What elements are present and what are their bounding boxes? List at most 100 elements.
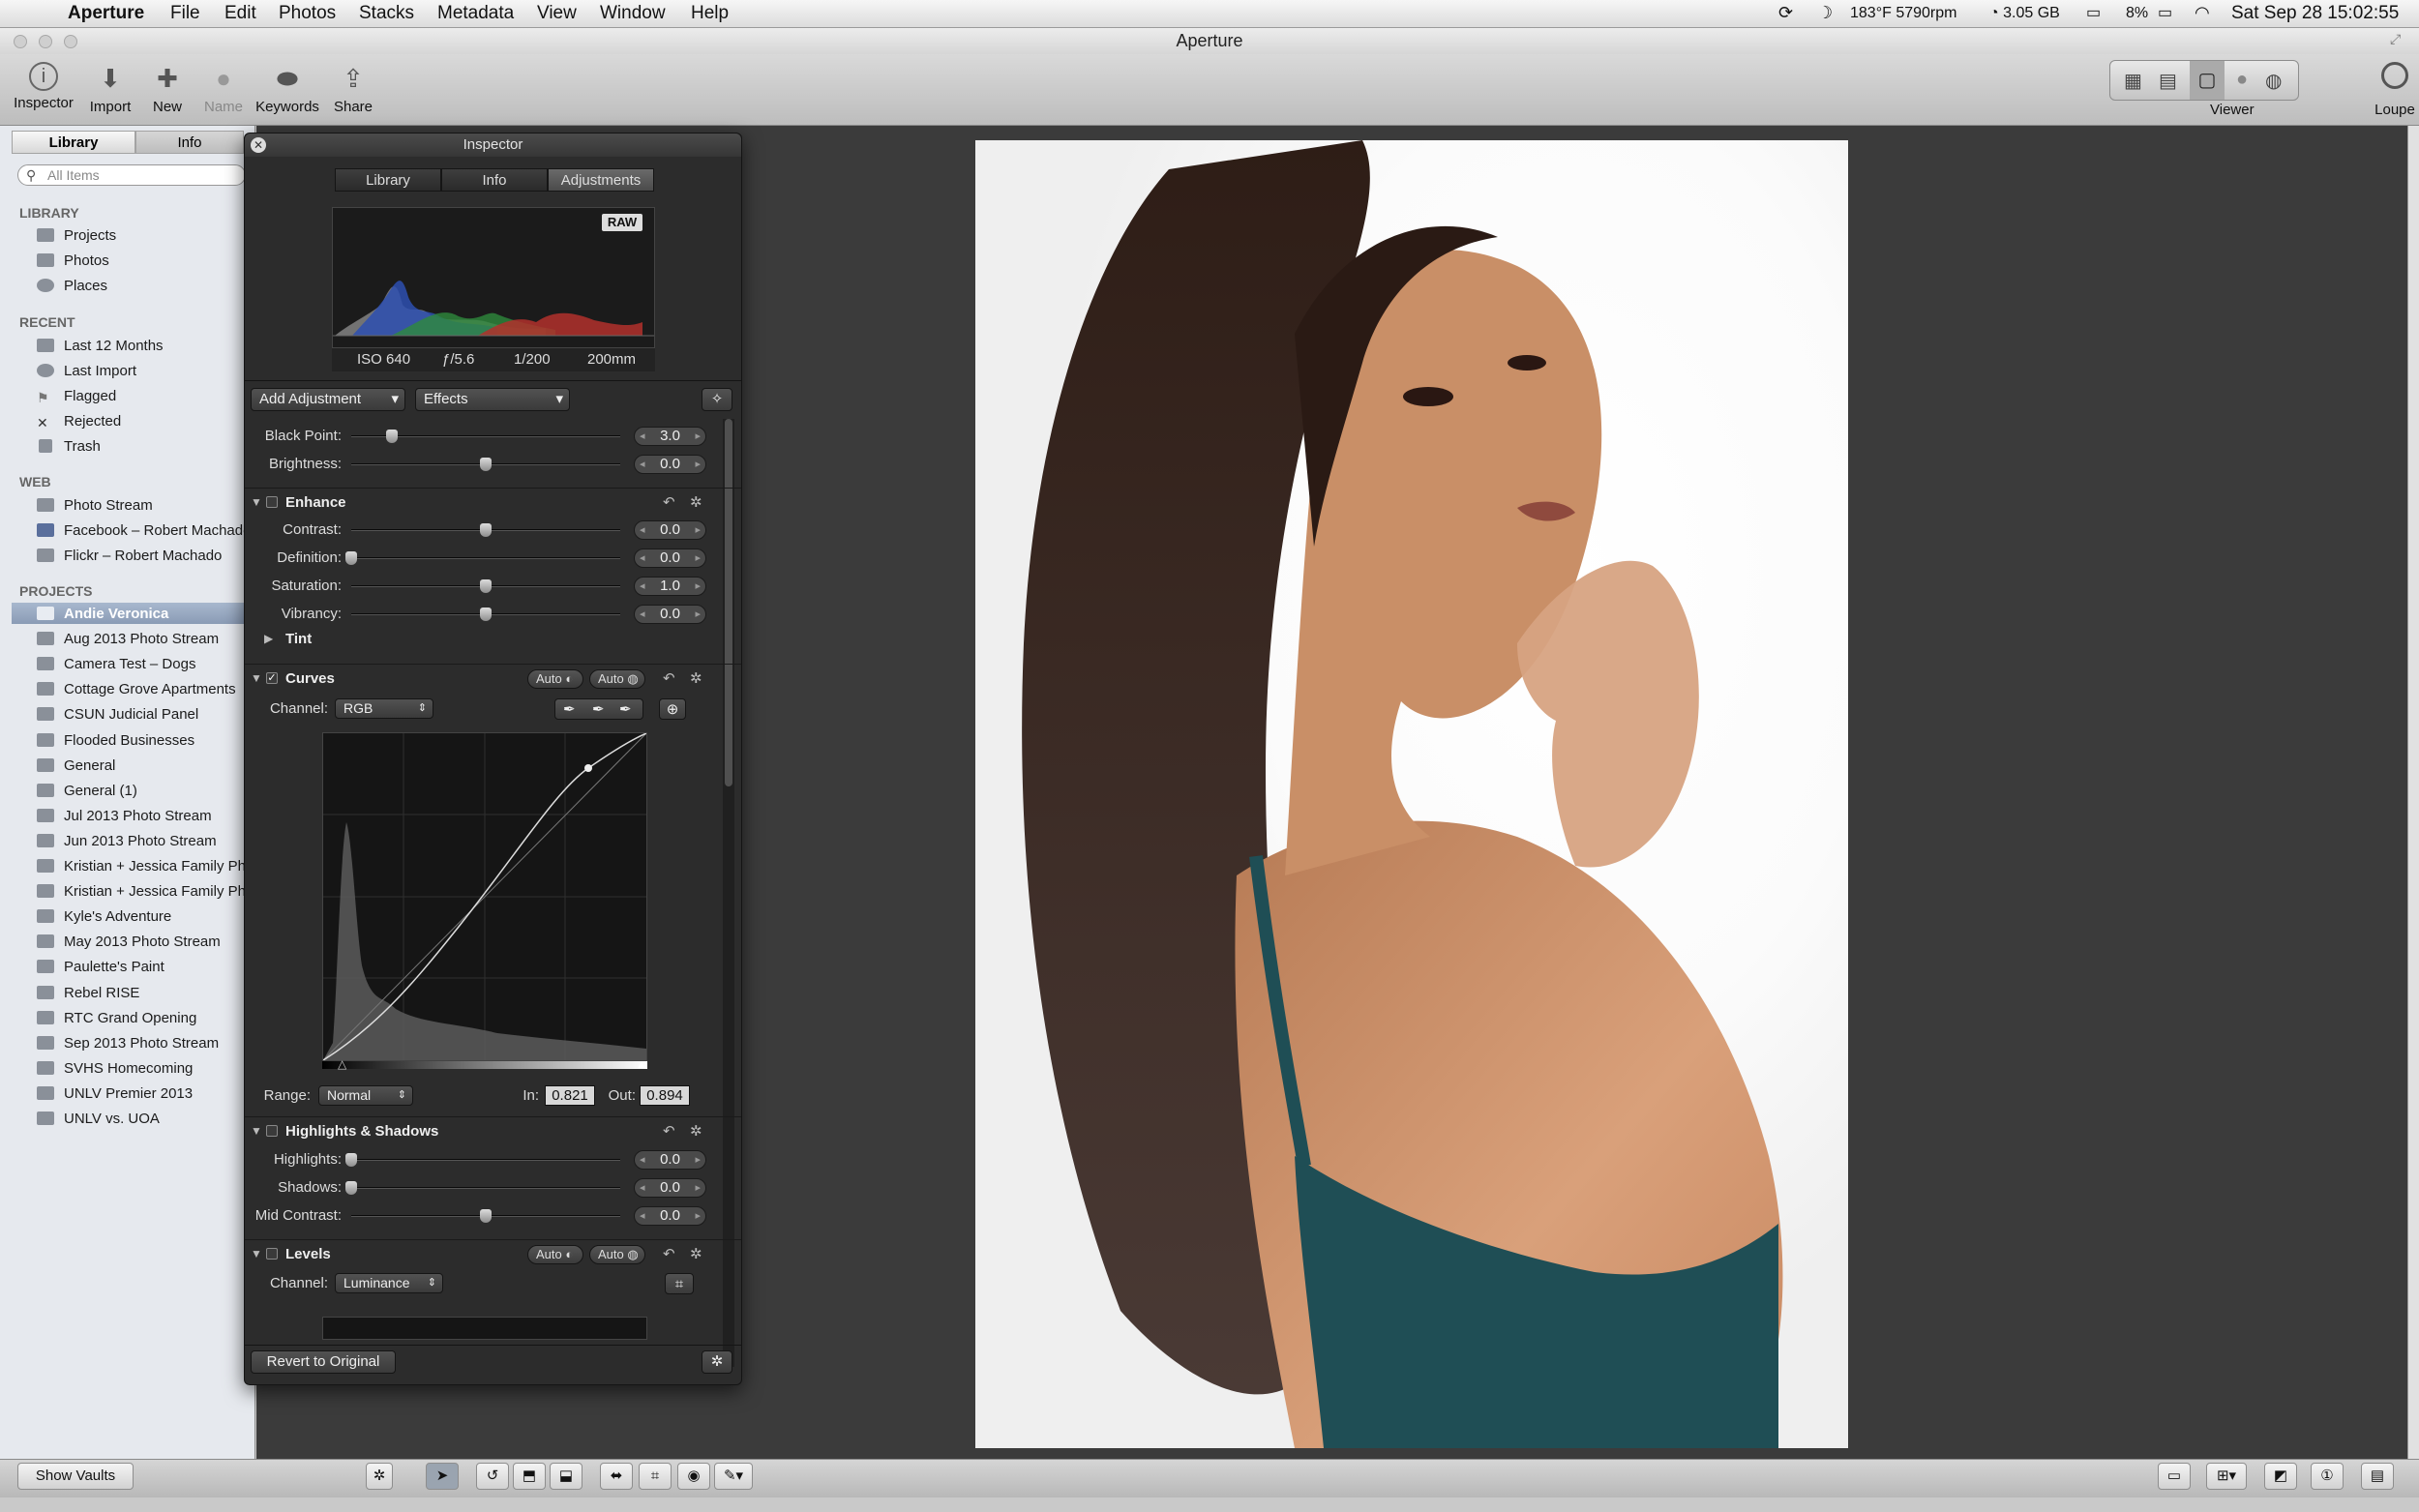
curves-header[interactable]: ▼ ✓ Curves Auto ◐ Auto ◍ ↶ ✲ (245, 664, 741, 691)
places-view-icon[interactable]: ◍ (2265, 69, 2282, 93)
sidebar-item-project[interactable]: Kristian + Jessica Family Photos (37, 858, 255, 875)
levels-channel-select[interactable]: Luminance ⇕ (335, 1273, 443, 1293)
curve-point-button[interactable]: ⊕ (659, 698, 686, 720)
levels-header[interactable]: ▼ Levels Auto ◐ Auto ◍ ↶ ✲ (245, 1239, 741, 1266)
main-photo[interactable] (975, 140, 1848, 1448)
slider-value-field[interactable]: 0.0 (634, 520, 706, 540)
sidebar-item-trash[interactable]: Trash (37, 438, 255, 455)
levels-auto-color-button[interactable]: Auto ◍ (589, 1245, 645, 1264)
sidebar-item-project[interactable]: SVHS Homecoming (37, 1060, 255, 1077)
slider-track[interactable] (351, 1159, 620, 1161)
slider-knob[interactable] (385, 430, 398, 443)
levels-checkbox[interactable] (266, 1248, 278, 1260)
faces-view-icon[interactable]: ● (2236, 69, 2248, 91)
tab-library[interactable]: Library (12, 131, 135, 154)
reset-icon[interactable]: ↶ (663, 1122, 675, 1140)
sidebar-item-facebook[interactable]: Facebook – Robert Machado (37, 522, 255, 539)
levels-histogram[interactable] (322, 1317, 647, 1340)
close-hud-icon[interactable]: ✕ (251, 137, 266, 153)
hud-tab-library[interactable]: Library (335, 168, 441, 192)
hud-scroll-thumb[interactable] (725, 419, 732, 786)
eyedropper-gray-icon[interactable]: ✒ (592, 699, 605, 721)
slider-value-field[interactable]: 0.0 (634, 1178, 706, 1198)
gear-icon[interactable]: ✲ (690, 1245, 702, 1262)
sidebar-item-project[interactable]: Flooded Businesses (37, 732, 255, 749)
menu-view[interactable]: View (537, 3, 577, 24)
sidebar-item-project[interactable]: UNLV vs. UOA (37, 1111, 255, 1127)
crop-tool-button[interactable]: ⌗ (639, 1463, 672, 1490)
sidebar-item-project[interactable]: Kristian + Jessica Family Photos (37, 883, 255, 900)
disclosure-open-icon[interactable]: ▼ (251, 1124, 262, 1138)
clock[interactable]: Sat Sep 28 15:02:55 (2231, 3, 2399, 24)
curves-checkbox[interactable]: ✓ (266, 672, 278, 684)
hud-tab-info[interactable]: Info (441, 168, 548, 192)
disclosure-open-icon[interactable]: ▼ (251, 1247, 262, 1260)
select-tool-button[interactable]: ➤ (426, 1463, 459, 1490)
gear-button[interactable]: ✲ (366, 1463, 393, 1490)
levels-auto-luminance-button[interactable]: Auto ◐ (527, 1245, 583, 1264)
range-select[interactable]: Normal ⇕ (318, 1085, 413, 1106)
minimize-window-button[interactable] (39, 35, 52, 48)
wifi-icon[interactable]: ◠ (2195, 3, 2210, 23)
sidebar-item-project[interactable]: Aug 2013 Photo Stream (37, 631, 255, 647)
sidebar-item-last-import[interactable]: Last Import (37, 363, 255, 379)
menu-app-name[interactable]: Aperture (68, 3, 144, 24)
add-adjustment-dropdown[interactable]: Add Adjustment ▾ (251, 388, 405, 411)
sidebar-item-project[interactable]: RTC Grand Opening (37, 1010, 255, 1026)
single-view-button[interactable]: ① (2311, 1463, 2344, 1490)
sidebar-item-project[interactable]: Kyle's Adventure (37, 908, 255, 925)
library-search-input[interactable]: ⚲ All Items (17, 164, 246, 186)
menu-file[interactable]: File (170, 3, 200, 24)
gear-icon[interactable]: ✲ (690, 1122, 702, 1140)
slider-knob[interactable] (480, 579, 492, 593)
stamp-tool-button[interactable]: ⬓ (550, 1463, 582, 1490)
hud-tab-adjustments[interactable]: Adjustments (548, 168, 654, 192)
levels-quarter-tones-button[interactable]: ⌗ (665, 1273, 694, 1294)
slider-value-field[interactable]: 0.0 (634, 605, 706, 624)
reset-icon[interactable]: ↶ (663, 1245, 675, 1262)
disclosure-open-icon[interactable]: ▼ (251, 671, 262, 685)
red-eye-tool-button[interactable]: ◉ (677, 1463, 710, 1490)
airplay-icon[interactable]: ▭ (2086, 3, 2101, 22)
straighten-tool-button[interactable]: ⬌ (600, 1463, 633, 1490)
name-button[interactable]: ● Name (190, 62, 257, 115)
sidebar-item-project[interactable]: Paulette's Paint (37, 959, 255, 975)
sidebar-item-project[interactable]: Jun 2013 Photo Stream (37, 833, 255, 849)
slider-value-field[interactable]: 3.0 (634, 427, 706, 446)
grid-view-icon[interactable]: ▦ (2124, 69, 2142, 93)
enhance-header[interactable]: ▼ Enhance ↶ ✲ (245, 488, 741, 515)
disk-status[interactable]: ◔ 3.05 GB (1989, 5, 2060, 22)
disclosure-open-icon[interactable]: ▼ (251, 495, 262, 509)
slider-knob[interactable] (345, 1181, 357, 1195)
sidebar-item-project[interactable]: Camera Test – Dogs (37, 656, 255, 672)
menu-window[interactable]: Window (600, 3, 666, 24)
menu-edit[interactable]: Edit (224, 3, 256, 24)
close-window-button[interactable] (14, 35, 27, 48)
sidebar-item-project[interactable]: Jul 2013 Photo Stream (37, 808, 255, 824)
slider-track[interactable] (351, 557, 620, 559)
revert-to-original-button[interactable]: Revert to Original (251, 1350, 396, 1374)
quick-brush-button[interactable]: ✧ (702, 388, 732, 411)
highlights-shadows-checkbox[interactable] (266, 1125, 278, 1137)
slider-value-field[interactable]: 0.0 (634, 1206, 706, 1226)
filmstrip-view-icon[interactable]: ▤ (2159, 69, 2177, 93)
sidebar-item-project[interactable]: Andie Veronica (37, 606, 255, 622)
sidebar-item-photo-stream[interactable]: Photo Stream (37, 497, 255, 514)
slider-knob[interactable] (345, 551, 357, 565)
curves-auto-luminance-button[interactable]: Auto ◐ (527, 669, 583, 689)
slider-value-field[interactable]: 0.0 (634, 455, 706, 474)
curves-channel-select[interactable]: RGB ⇕ (335, 698, 433, 719)
viewer-view-icon[interactable]: ▢ (2190, 61, 2225, 100)
sidebar-item-photos[interactable]: Photos (37, 252, 255, 269)
sidebar-item-project[interactable]: Rebel RISE (37, 985, 255, 1001)
slider-knob[interactable] (480, 608, 492, 621)
sidebar-item-projects[interactable]: Projects (37, 227, 255, 244)
temp-status[interactable]: 183°F 5790rpm (1850, 5, 1956, 22)
sidebar-item-project[interactable]: UNLV Premier 2013 (37, 1085, 255, 1102)
disclosure-closed-icon[interactable]: ▶ (264, 632, 273, 645)
sidebar-item-project[interactable]: Cottage Grove Apartments (37, 681, 255, 697)
eyedropper-black-icon[interactable]: ✒ (563, 699, 576, 721)
highlights-shadows-header[interactable]: ▼ Highlights & Shadows ↶ ✲ (245, 1116, 741, 1143)
battery-status[interactable]: 8% (2126, 5, 2148, 22)
viewer-layout-button[interactable]: ▭ (2158, 1463, 2191, 1490)
